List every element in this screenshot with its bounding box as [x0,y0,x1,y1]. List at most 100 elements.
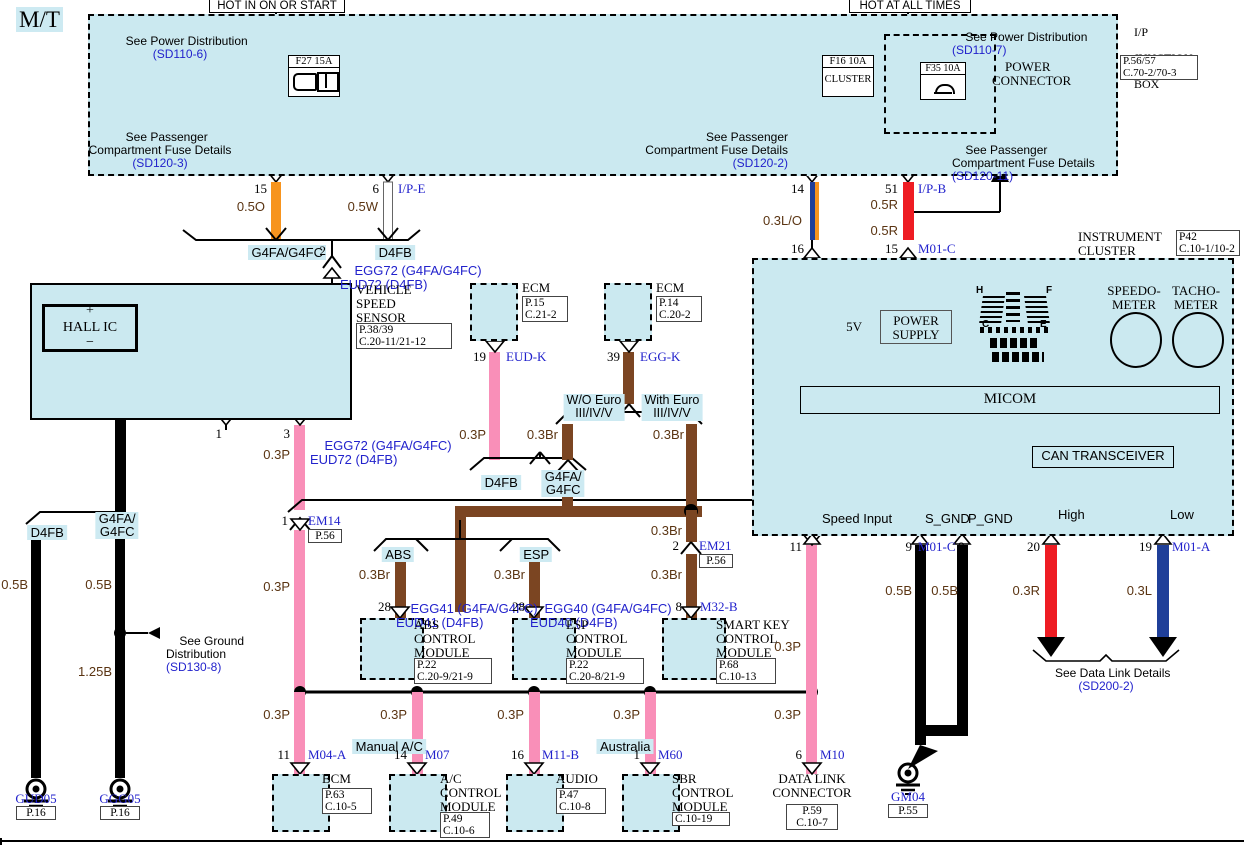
lcd-right-bars [1024,296,1050,324]
signal-label-p-gnd: P_GND [968,511,1013,526]
ground-ref-ggg05: P.16 [100,806,140,821]
transmission-type-label: M/T [16,7,63,33]
ref-sd120-3: See Passenger Compartment Fuse Details (SD… [88,129,232,170]
module-ref-vehicle-speed-sensor: P.38/39 C.20-11/21-12 [356,323,452,350]
fuse-f16-desc: CLUSTER [824,74,872,85]
module-box-ac [389,774,447,832]
module-ref-sbr: C.10-19 [672,812,730,827]
module-ref-ecm-right: P.14 C.20-2 [656,296,702,323]
power-connector-label: POWER CONNECTOR [992,59,1072,89]
wire-spec-0.5O: 0.5O [236,199,265,214]
module-label-esp: ESP CONTROL MODULE [566,617,628,661]
module-ref-abs: P.22 C.20-9/21-9 [414,658,492,685]
wire-spec-0.3Br-abs: 0.3Br [358,567,390,582]
ref-sd110-6: See Power Distribution (SD110-6) [125,33,248,61]
fuse-f16: F16 10A CLUSTER [822,55,874,97]
wire-spec-0.3R: 0.3R [1012,583,1040,598]
wire-spec-0.3LO: 0.3L/O [762,213,802,228]
wire-spec-0.3P-cluster: 0.3P [774,639,801,654]
pin-8-m32b: 8 [675,599,683,614]
ground-ref-gm04: P.55 [888,804,928,819]
splice-g4fa-g4fc-left: G4FA/G4FC [81,498,139,539]
module-box-ecm-right [604,283,652,341]
module-ref-bcm: P.63 C.10-5 [322,788,372,815]
pin-1-vss: 1 [215,426,223,441]
can-transceiver-label: CAN TRANSCEIVER [1041,448,1165,463]
connector-m01c-top: M01-C [918,241,956,256]
splice-g4fa-g4fc-mid: G4FA/G4FC [527,456,585,497]
wire-spec-0.3P-2: 0.3P [380,707,407,722]
lcd-indicator-row [980,327,1050,333]
instrument-cluster-title: INSTRUMENT CLUSTER [1078,229,1162,259]
module-ref-audio: P.47 C.10-8 [556,788,606,815]
connector-ipe: I/P-E [398,181,426,196]
connector-m01c-bottom: M01-C [918,539,956,554]
wire-spec-0.3Br-a: 0.3Br [526,427,558,442]
voltage-5v-label: 5V [846,319,862,334]
tachometer-gauge [1172,312,1224,368]
wire-spec-0.5B-d4fb: 0.5B [1,577,28,592]
wire-spec-0.5W: 0.5W [347,199,378,214]
ref-sd200-2: See Data Link Details (SD200-2) [1054,665,1171,693]
module-label-abs: ABS CONTROL MODULE [414,617,476,661]
lcd-digits-row2 [992,352,1044,362]
connector-m60: M60 [658,747,683,762]
splice-with-euro: With Euro III/IV/V [628,380,703,421]
wire-spec-0.3Br-skm-top: 0.3Br [650,523,682,538]
lcd-left-bars [979,296,1005,324]
fuse-f27: F27 15A [288,55,340,97]
pin-2-vss: 2 [319,243,327,258]
module-label-vehicle-speed-sensor: VEHICLE SPEED SENSOR [356,282,412,326]
ground-name-ggg05: GGG05 [99,791,141,806]
wire-spec-0.3Br-skm: 0.3Br [650,567,682,582]
pin-1-m60: 1 [633,747,641,762]
signal-label-low: Low [1170,507,1194,522]
pin-16-m11b: 16 [511,747,524,762]
wiring-diagram-canvas: M/T HOT IN ON OR START HOT AT ALL TIMES … [0,0,1244,845]
ref-sd130-8: See Ground Distribution (SD130-8) [166,633,245,674]
junction-box-ref: P.56/57 C.70-2/70-3 [1120,55,1198,81]
fuse-f35: F35 10A [920,62,966,100]
gauge-mark-f: F [1046,285,1053,296]
connector-ref-em21: P.56 [699,554,733,569]
speedometer-label: SPEEDO- METER [1107,283,1161,313]
pin-19-eudk: 19 [473,349,486,364]
source-label-hot-in-on-or-start: HOT IN ON OR START [209,0,345,13]
fuse-f27-name: F27 15A [289,56,339,68]
pin-20-m01a: 20 [1027,539,1040,554]
wire-spec-0.5B-sgnd: 0.5B [885,583,912,598]
wire-spec-0.3Br-b: 0.3Br [652,427,684,442]
ground-ref-gud05: P.16 [16,806,56,821]
pin-19-m01a: 19 [1139,539,1152,554]
pin-8-m01c: 8 [958,539,965,554]
connector-ipb: I/P-B [918,181,947,196]
ref-sd120-11: See Passenger Compartment Fuse Details (SD… [952,142,1095,183]
splice-manual-ac: Manual A/C [338,726,426,755]
pin-51: 51 [885,181,898,196]
pin-11-m04a: 11 [277,747,290,762]
pin-9-m01c: 9 [905,539,913,554]
connector-m32b: M32-B [700,599,738,614]
lamp-base [934,92,952,94]
module-label-ecm-right: ECM [656,280,685,295]
ground-name-gm04: GM04 [891,789,925,804]
wire-spec-0.3P-em14: 0.3P [263,579,290,594]
wire-spec-0.3P-4: 0.3P [613,707,640,722]
module-ref-esp: P.22 C.20-8/21-9 [566,658,644,685]
pin-2-em21: 2 [672,538,680,553]
connector-m04a: M04-A [308,747,347,762]
hall-ic-minus: − [86,335,94,350]
wire-spec-1.25B: 1.25B [78,664,112,679]
hall-ic-plus: + [86,303,94,318]
module-ref-ecm-left: P.15 C.21-2 [522,296,568,323]
connector-em14: EM14 [308,513,341,528]
wire-spec-0.3P-vss: 0.3P [263,447,290,462]
wire-spec-0.5R-a: 0.5R [870,197,898,212]
lcd-digits-row1 [990,338,1038,348]
module-label-ecm-left: ECM [522,280,551,295]
pin-6: 6 [372,181,380,196]
instrument-cluster-ref: P42 C.10-1/10-2 [1176,230,1240,257]
wire-spec-0.3P-3: 0.3P [497,707,524,722]
connector-m11b: M11-B [542,747,580,762]
lcd-gear-indicator [1006,292,1020,322]
